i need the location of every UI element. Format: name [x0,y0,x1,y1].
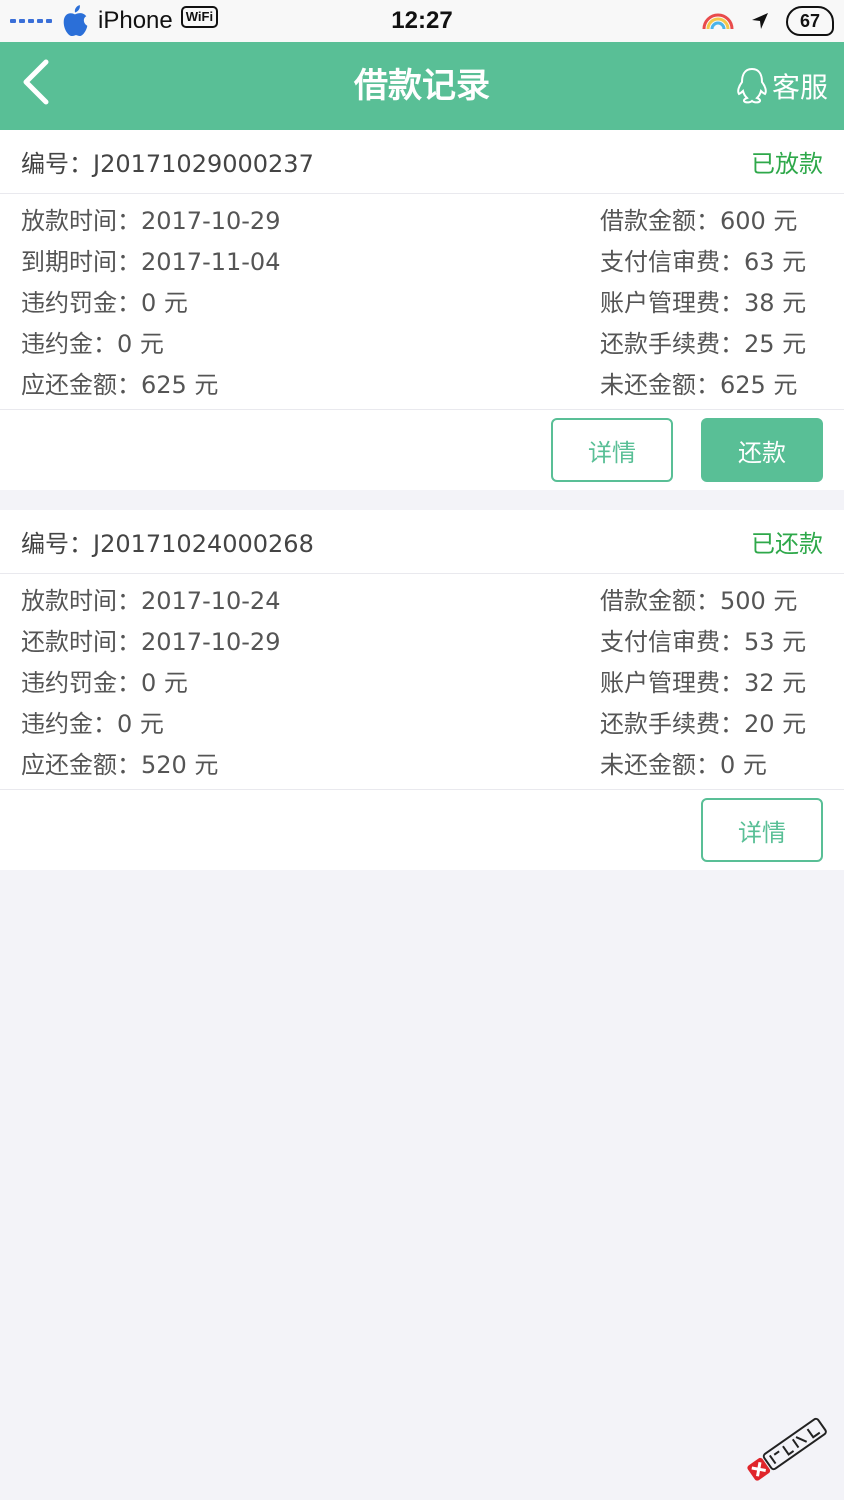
status-bar: iPhone WiFi 12:27 67 [0,0,844,42]
detail-right: 还款手续费：20 元 [600,710,807,738]
detail-left: 放款时间：2017-10-24 [21,587,281,615]
detail-right: 支付信审费：63 元 [600,248,807,276]
qq-penguin-icon [737,67,767,104]
battery-badge: 67 [785,6,834,36]
status-badge: 已放款 [751,150,823,178]
order-number: 编号：J20171029000237 [21,150,314,178]
detail-row: 违约金：0 元 还款手续费：25 元 [21,321,823,362]
location-arrow-icon [751,13,768,29]
detail-right: 账户管理费：32 元 [600,669,807,697]
card-header: 编号：J20171029000237 已放款 [0,130,844,194]
detail-row: 应还金额：520 元 未还金额：0 元 [21,742,823,783]
detail-left: 应还金额：625 元 [21,371,219,399]
detail-row: 违约罚金：0 元 账户管理费：32 元 [21,660,823,701]
card-header: 编号：J20171024000268 已还款 [0,510,844,574]
detail-right: 未还金额：0 元 [600,751,767,779]
detail-row: 应还金额：625 元 未还金额：625 元 [21,362,823,403]
card-actions: 详情 还款 [0,410,844,490]
detail-right: 借款金额：600 元 [600,207,798,235]
detail-row: 违约罚金：0 元 账户管理费：38 元 [21,280,823,321]
detail-left: 还款时间：2017-10-29 [21,628,281,656]
nav-bar: 借款记录 客服 [0,42,844,130]
page-title: 借款记录 [354,66,490,106]
detail-left: 到期时间：2017-11-04 [21,248,281,276]
loan-record-card: 编号：J20171024000268 已还款 放款时间：2017-10-24 借… [0,510,844,870]
repay-button[interactable]: 还款 [701,418,823,482]
loan-record-card: 编号：J20171029000237 已放款 放款时间：2017-10-29 借… [0,130,844,490]
detail-right: 还款手续费：25 元 [600,330,807,358]
detail-left: 违约罚金：0 元 [21,669,188,697]
detail-button[interactable]: 详情 [701,798,823,862]
detail-row: 到期时间：2017-11-04 支付信审费：63 元 [21,239,823,280]
detail-left: 放款时间：2017-10-29 [21,207,281,235]
kanong-watermark-logo [747,1417,827,1481]
detail-right: 支付信审费：53 元 [600,628,807,656]
rainbow-icon [702,13,734,30]
detail-row: 还款时间：2017-10-29 支付信审费：53 元 [21,619,823,660]
status-badge: 已还款 [751,530,823,558]
detail-row: 违约金：0 元 还款手续费：20 元 [21,701,823,742]
customer-service-label: 客服 [771,71,828,104]
detail-left: 违约金：0 元 [21,710,164,738]
order-number: 编号：J20171024000268 [21,530,314,558]
card-details: 放款时间：2017-10-29 借款金额：600 元 到期时间：2017-11-… [0,194,844,410]
detail-row: 放款时间：2017-10-24 借款金额：500 元 [21,578,823,619]
customer-service-button[interactable]: 客服 [734,42,828,130]
detail-left: 违约金：0 元 [21,330,164,358]
detail-right: 未还金额：625 元 [600,371,798,399]
card-actions: 详情 [0,790,844,870]
detail-right: 借款金额：500 元 [600,587,798,615]
detail-left: 违约罚金：0 元 [21,289,188,317]
detail-row: 放款时间：2017-10-29 借款金额：600 元 [21,198,823,239]
detail-right: 账户管理费：38 元 [600,289,807,317]
detail-left: 应还金额：520 元 [21,751,219,779]
detail-button[interactable]: 详情 [551,418,673,482]
status-right: 67 [702,0,834,42]
card-details: 放款时间：2017-10-24 借款金额：500 元 还款时间：2017-10-… [0,574,844,790]
